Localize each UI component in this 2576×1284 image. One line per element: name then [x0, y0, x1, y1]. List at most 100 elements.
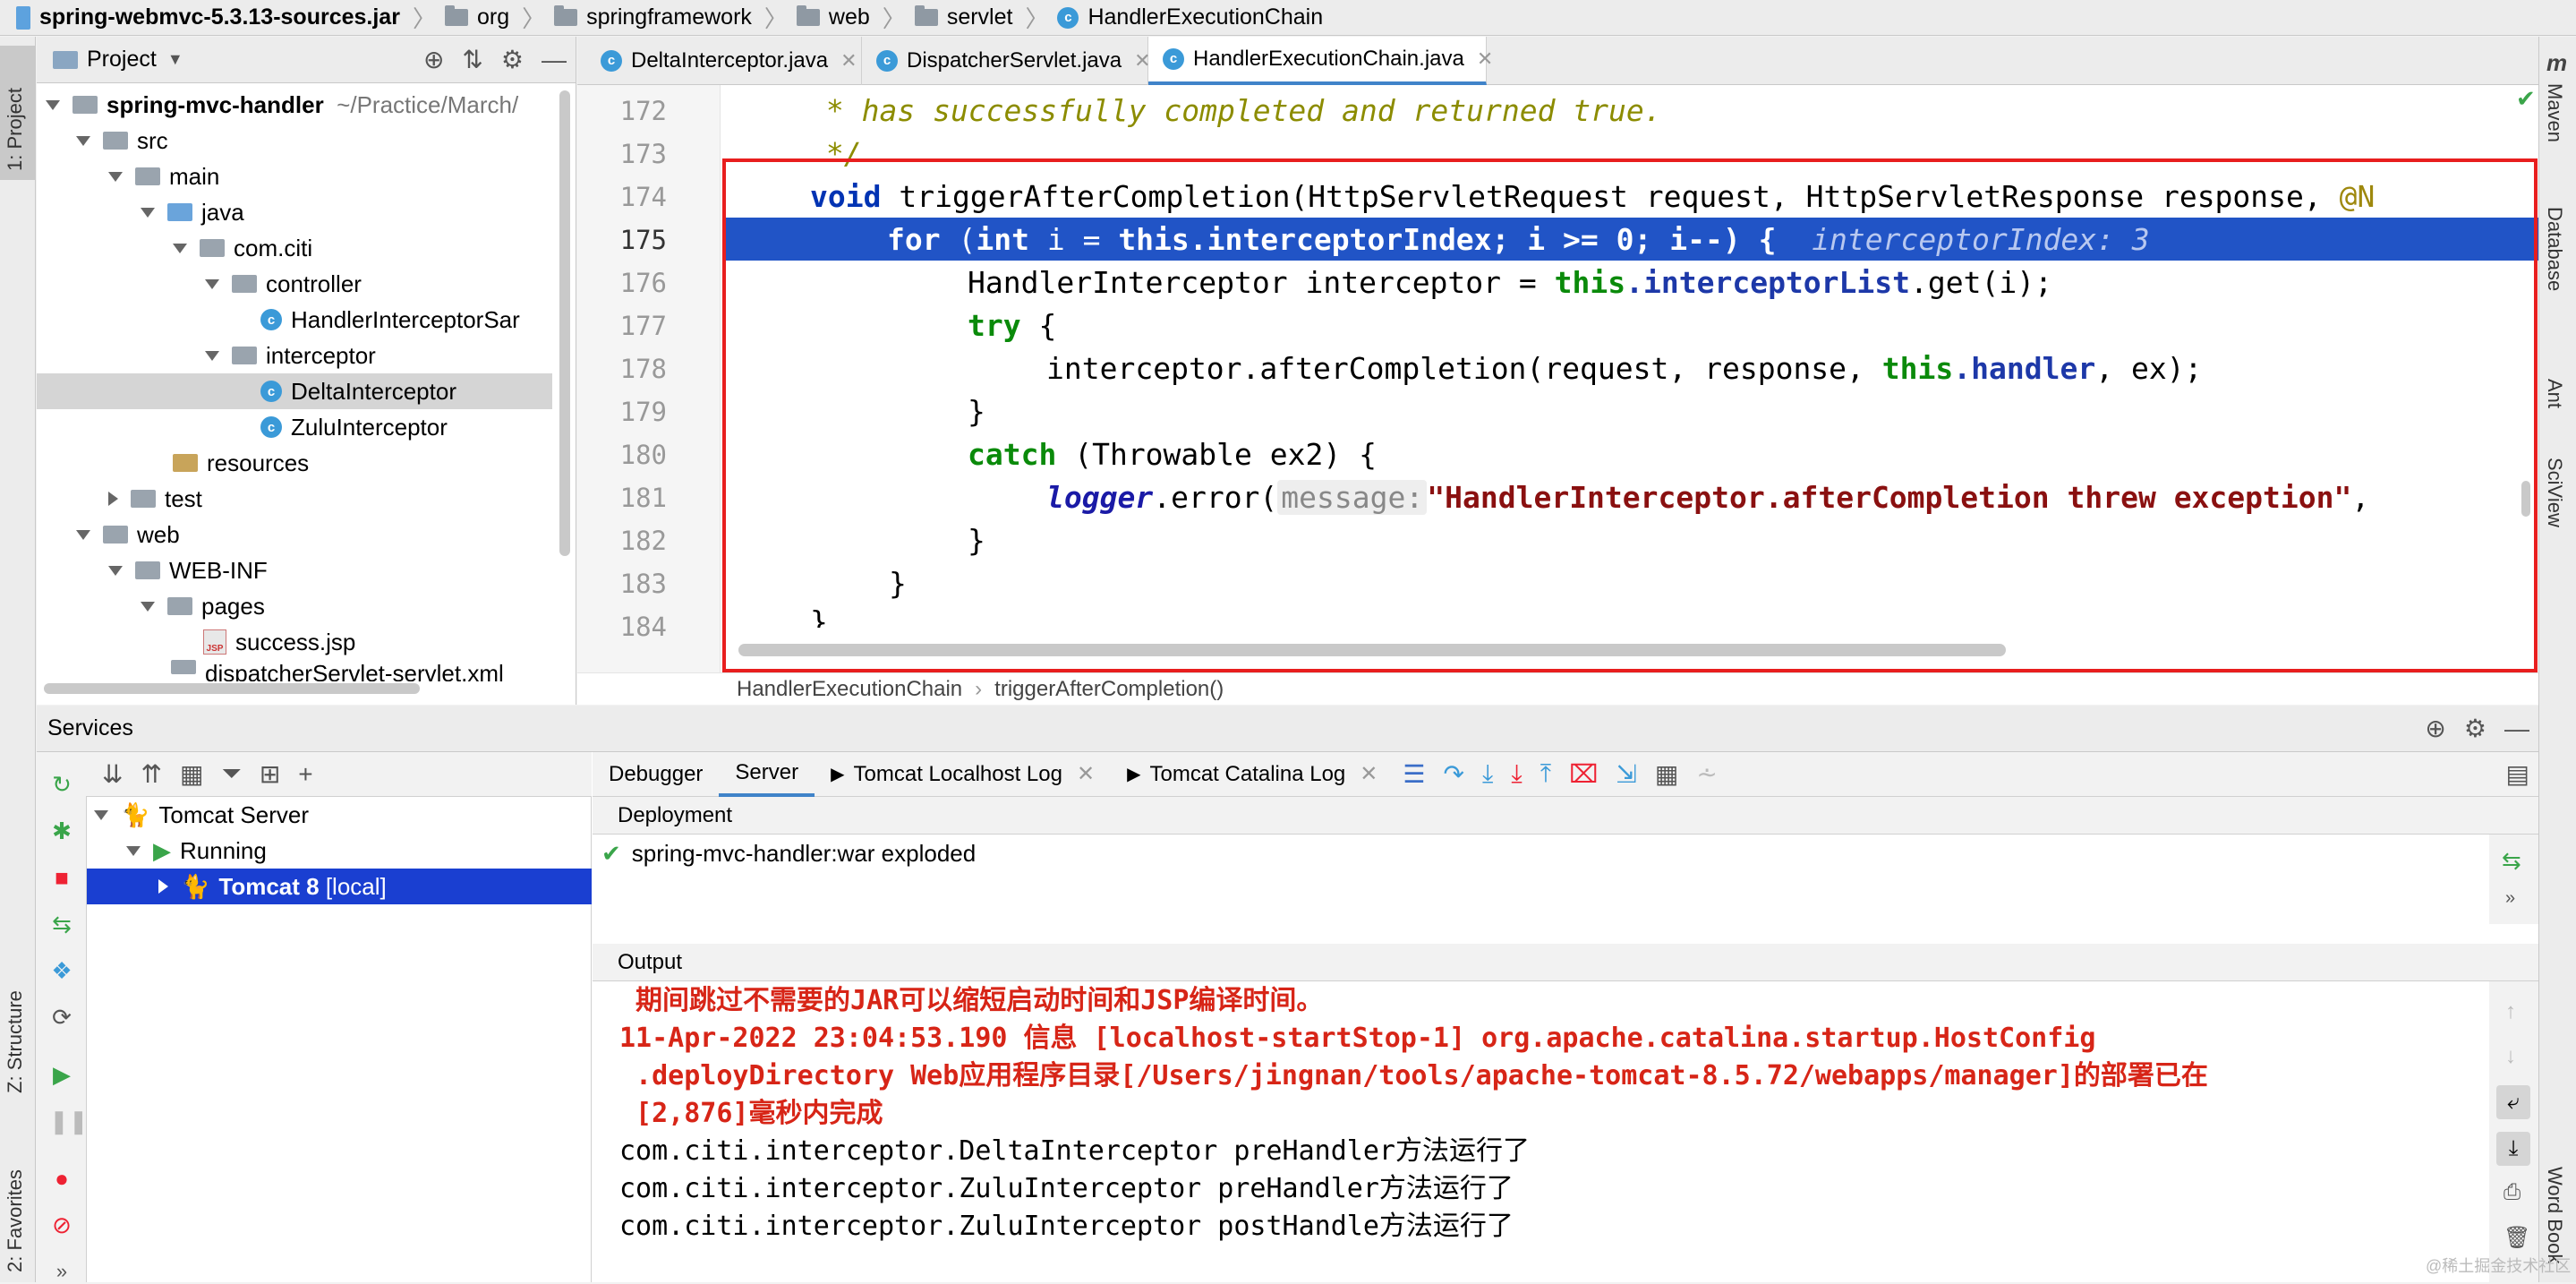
deployment-item[interactable]: ✔ spring-mvc-handler:war exploded — [601, 835, 2481, 872]
tree-item-main[interactable]: main — [37, 158, 574, 194]
filter-icon[interactable]: ⏷ — [221, 759, 241, 789]
tree-item-web-inf[interactable]: WEB-INF — [37, 552, 574, 588]
service-tomcat-server[interactable]: 🐈 Tomcat Server — [87, 797, 592, 833]
tree-item-controller[interactable]: controller — [37, 266, 574, 302]
tree-item-pages[interactable]: pages — [37, 588, 574, 624]
code-line-172[interactable]: * has successfully completed and returne… — [577, 89, 2538, 132]
service-tomcat-8-local[interactable]: 🐈 Tomcat 8 [local] — [87, 869, 592, 904]
tab-tomcat-catalina-log[interactable]: ▶ Tomcat Catalina Log ✕ — [1111, 752, 1394, 797]
expand-arrow-icon[interactable] — [205, 278, 219, 289]
tree-item-zulu-interceptor[interactable]: c ZuluInterceptor — [37, 409, 574, 445]
favorites-tool-tab[interactable]: 2: Favorites — [4, 1169, 27, 1272]
new-tab-icon[interactable]: ⊞ — [260, 759, 280, 789]
close-icon[interactable]: ✕ — [840, 49, 857, 73]
mute-breakpoints-icon[interactable]: ⊘ — [49, 1212, 74, 1237]
tree-item-handler-interceptor-sample[interactable]: c HandlerInterceptorSar — [37, 302, 574, 338]
minimize-icon[interactable]: — — [542, 46, 567, 74]
tab-tomcat-localhost-log[interactable]: ▶ Tomcat Localhost Log ✕ — [815, 752, 1111, 797]
up-icon[interactable]: ↑ — [2505, 999, 2516, 1024]
service-running[interactable]: ▶ Running — [87, 833, 592, 869]
tab-dispatcher-servlet[interactable]: c DispatcherServlet.java ✕ — [862, 36, 1151, 85]
pause-icon[interactable]: ❚❚ — [49, 1109, 89, 1134]
gear-icon[interactable]: ⚙ — [2464, 714, 2486, 743]
tree-item-interceptor[interactable]: interceptor — [37, 338, 574, 373]
rerun-icon[interactable]: ↻ — [49, 772, 74, 797]
drop-frame-icon[interactable]: ⌧ — [1569, 759, 1598, 789]
tree-item-dispatcher-xml[interactable]: dispatcherServlet-servlet.xml — [37, 660, 574, 681]
tab-debugger[interactable]: Debugger — [593, 752, 719, 797]
expand-arrow-icon[interactable] — [76, 529, 90, 540]
horizontal-scrollbar[interactable] — [44, 683, 420, 694]
output-console[interactable]: 期间跳过不需要的JAR可以缩短启动时间和JSP编译时间。 11-Apr-2022… — [593, 981, 2481, 1282]
deploy-icon[interactable]: ❖ — [49, 958, 74, 983]
resume-icon[interactable]: ▶ — [49, 1062, 74, 1087]
step-out-icon[interactable]: ⤒ — [1540, 759, 1551, 789]
tab-delta-interceptor[interactable]: c DeltaInterceptor.java ✕ — [577, 36, 862, 85]
database-tool-tab[interactable]: Database — [2543, 207, 2566, 291]
close-icon[interactable]: ✕ — [1477, 47, 1493, 71]
tree-item-resources[interactable]: resources — [37, 445, 574, 481]
layout-icon[interactable]: ▤ — [2506, 759, 2529, 789]
more-icon[interactable]: » — [2505, 888, 2515, 909]
locate-icon[interactable]: ⊕ — [423, 45, 444, 74]
breadcrumb-org[interactable]: org — [444, 4, 509, 30]
expand-arrow-icon[interactable] — [76, 135, 90, 146]
vertical-scrollbar[interactable] — [559, 90, 570, 556]
refresh-icon[interactable]: ⟳ — [49, 1005, 74, 1030]
collapsed-arrow-icon[interactable] — [108, 492, 118, 506]
list-icon[interactable]: ☰ — [1403, 759, 1425, 789]
collapsed-arrow-icon[interactable] — [158, 879, 168, 894]
editor-breadcrumb-method[interactable]: triggerAfterCompletion() — [994, 677, 1224, 702]
dropdown-icon[interactable]: ▼ — [167, 50, 183, 69]
trace-icon[interactable]: ⩪ — [1696, 759, 1717, 789]
expand-arrow-icon[interactable] — [94, 809, 108, 820]
project-view-selector[interactable]: Project — [87, 47, 157, 73]
project-tool-tab[interactable]: 1: Project — [4, 88, 27, 171]
maven-tool-tab[interactable]: Maven — [2543, 83, 2566, 142]
evaluate-icon[interactable]: ▦ — [1655, 759, 1678, 789]
expand-arrow-icon[interactable] — [126, 845, 141, 856]
deploy-action-icon[interactable]: ⇆ — [2502, 847, 2521, 875]
scroll-to-end-icon[interactable]: ⤓ — [2496, 1132, 2530, 1166]
close-icon[interactable]: ✕ — [1077, 761, 1095, 787]
soft-wrap-icon[interactable]: ⤶ — [2496, 1085, 2530, 1119]
expand-arrow-icon[interactable] — [46, 99, 60, 110]
wordbook-tool-tab[interactable]: Word Book — [2543, 1167, 2566, 1263]
tab-handler-execution-chain[interactable]: c HandlerExecutionChain.java ✕ — [1148, 36, 1493, 85]
minimize-icon[interactable]: — — [2504, 715, 2529, 743]
sciview-tool-tab[interactable]: SciView — [2543, 458, 2566, 527]
update-app-icon[interactable]: ⇆ — [49, 912, 74, 937]
expand-arrow-icon[interactable] — [141, 601, 155, 612]
tree-item-project-root[interactable]: spring-mvc-handler ~/Practice/March/ — [37, 87, 574, 123]
more-icon[interactable]: » — [49, 1259, 74, 1284]
tree-item-test[interactable]: test — [37, 481, 574, 517]
expand-arrow-icon[interactable] — [205, 350, 219, 361]
structure-tool-tab[interactable]: Z: Structure — [4, 990, 27, 1093]
collapse-all-icon[interactable]: ⇈ — [141, 759, 161, 789]
tree-item-java[interactable]: java — [37, 194, 574, 230]
group-by-icon[interactable]: ▦ — [180, 759, 203, 789]
breadcrumb-class[interactable]: c HandlerExecutionChain — [1057, 4, 1323, 30]
debug-icon[interactable]: ✱ — [49, 818, 74, 843]
expand-arrow-icon[interactable] — [108, 171, 123, 182]
stop-icon[interactable]: ■ — [49, 865, 74, 890]
tree-item-delta-interceptor[interactable]: c DeltaInterceptor — [37, 373, 552, 409]
globe-icon[interactable]: ⊕ — [2425, 714, 2445, 743]
tree-item-com-citi[interactable]: com.citi — [37, 230, 574, 266]
editor-breadcrumb-class[interactable]: HandlerExecutionChain — [737, 677, 962, 702]
expand-arrow-icon[interactable] — [108, 565, 123, 576]
print-icon[interactable]: ⎙ — [2503, 1180, 2521, 1205]
expand-arrow-icon[interactable] — [173, 243, 187, 253]
down-icon[interactable]: ↓ — [2505, 1044, 2516, 1069]
breadcrumb-servlet[interactable]: servlet — [914, 4, 1012, 30]
add-icon[interactable]: + — [298, 760, 312, 789]
expand-all-icon[interactable]: ⇊ — [102, 759, 123, 789]
expand-arrow-icon[interactable] — [141, 207, 155, 218]
breakpoints-icon[interactable]: ● — [49, 1166, 74, 1191]
step-over-icon[interactable]: ↷ — [1444, 759, 1464, 789]
step-into-icon[interactable]: ⤓ — [1482, 759, 1493, 789]
ant-tool-tab[interactable]: Ant — [2543, 379, 2566, 408]
tab-server[interactable]: Server — [719, 752, 815, 797]
collapse-all-icon[interactable]: ⇅ — [462, 45, 482, 74]
tree-item-web[interactable]: web — [37, 517, 574, 552]
